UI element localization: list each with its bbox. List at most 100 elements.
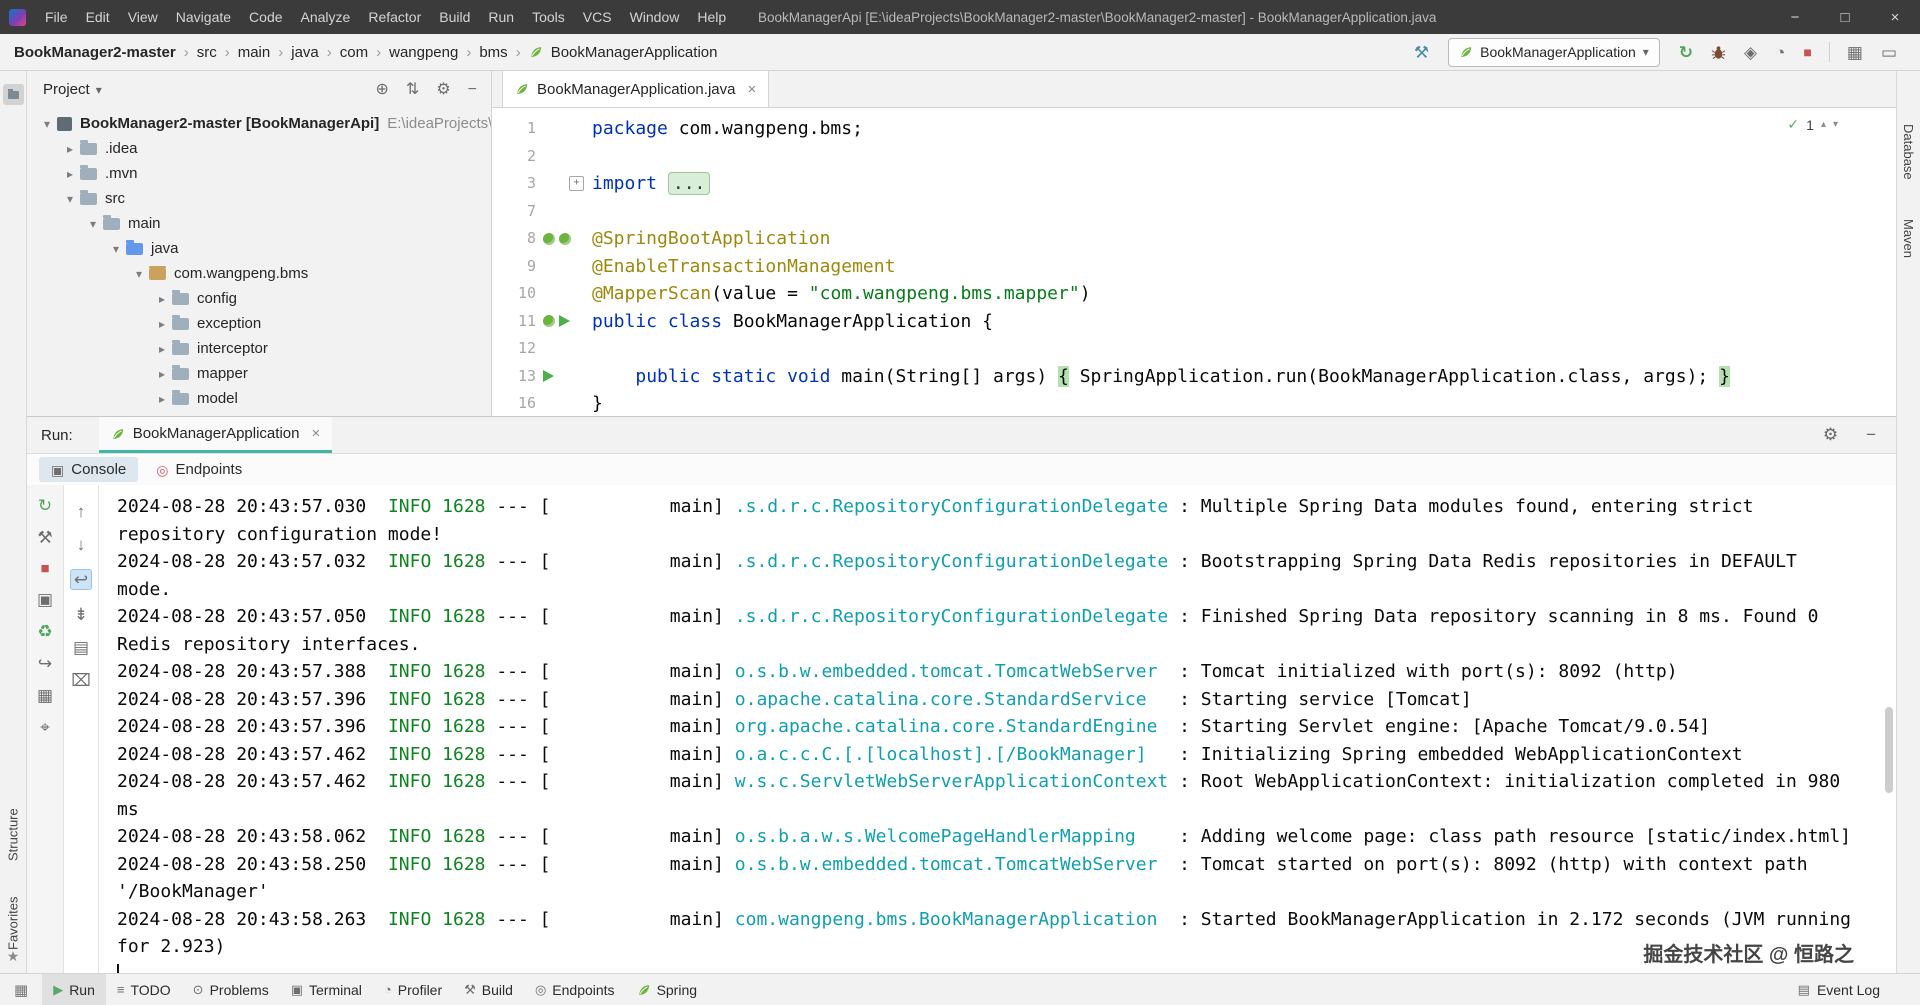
tree-chevron-icon[interactable]: ▸ bbox=[60, 167, 80, 181]
event-log-button[interactable]: ▤ Event Log bbox=[1798, 982, 1880, 998]
breadcrumb-item[interactable]: com bbox=[340, 44, 368, 61]
chevron-up-icon[interactable]: ▴ bbox=[1821, 119, 1826, 130]
menu-build[interactable]: Build bbox=[430, 0, 479, 34]
tree-item[interactable]: ▾java bbox=[27, 236, 491, 261]
menu-tools[interactable]: Tools bbox=[523, 0, 574, 34]
close-button[interactable]: × bbox=[1870, 0, 1920, 34]
camera-button[interactable]: ▣ bbox=[37, 591, 53, 608]
grid-icon[interactable]: ▦ bbox=[14, 981, 28, 999]
statusbar-problems[interactable]: ⊙Problems bbox=[182, 974, 280, 1005]
menu-vcs[interactable]: VCS bbox=[574, 0, 621, 34]
tree-chevron-icon[interactable]: ▸ bbox=[152, 342, 172, 356]
tree-chevron-icon[interactable]: ▾ bbox=[60, 192, 80, 206]
tree-chevron-icon[interactable]: ▾ bbox=[37, 117, 57, 131]
code-text[interactable]: package com.wangpeng.bms; bbox=[592, 115, 863, 143]
down-button[interactable]: ↓ bbox=[77, 536, 86, 553]
run-gutter-icon[interactable] bbox=[559, 315, 570, 327]
editor-tab[interactable]: BookManagerApplication.java × bbox=[502, 71, 769, 107]
code-text[interactable]: @SpringBootApplication bbox=[592, 225, 830, 253]
fold-icon[interactable]: + bbox=[569, 176, 584, 191]
log-caret-line[interactable] bbox=[117, 961, 1853, 975]
chevron-down-icon[interactable]: ▾ bbox=[96, 84, 102, 96]
menu-navigate[interactable]: Navigate bbox=[167, 0, 240, 34]
menu-analyze[interactable]: Analyze bbox=[292, 0, 360, 34]
tree-chevron-icon[interactable]: ▸ bbox=[152, 317, 172, 331]
close-icon[interactable]: × bbox=[311, 425, 320, 442]
wrench-button[interactable]: ⚒ bbox=[37, 529, 52, 546]
statusbar-endpoints[interactable]: ◎Endpoints bbox=[524, 974, 626, 1005]
tree-item[interactable]: ▸interceptor bbox=[27, 336, 491, 361]
rerun-button[interactable]: ↻ bbox=[38, 497, 52, 514]
breadcrumb-item[interactable]: BookManager2-master bbox=[14, 44, 176, 61]
collapse-all-icon[interactable]: ⇅ bbox=[406, 82, 419, 98]
tree-chevron-icon[interactable]: ▸ bbox=[152, 392, 172, 406]
layout-button[interactable]: ▦ bbox=[37, 687, 53, 704]
project-panel-title[interactable]: Project bbox=[43, 81, 90, 98]
profiler-icon[interactable]: ◔ bbox=[1775, 44, 1785, 61]
tree-item[interactable]: ▸.mvn bbox=[27, 161, 491, 186]
run-config-selector[interactable]: BookManagerApplication ▾ bbox=[1448, 38, 1660, 67]
statusbar-todo[interactable]: ≡TODO bbox=[106, 974, 182, 1005]
run-gutter-icon[interactable] bbox=[543, 370, 554, 382]
tree-chevron-icon[interactable]: ▸ bbox=[152, 292, 172, 306]
close-icon[interactable]: × bbox=[747, 81, 756, 98]
spring-bean-icon[interactable] bbox=[543, 233, 555, 245]
chevron-down-icon[interactable]: ▾ bbox=[1833, 119, 1838, 130]
grid-icon[interactable]: ▦ bbox=[1847, 44, 1863, 61]
tree-item[interactable]: ▸model bbox=[27, 386, 491, 411]
gear-icon[interactable]: ⚙ bbox=[436, 82, 450, 98]
soft-wrap-button[interactable]: ↩ bbox=[70, 569, 92, 590]
tree-item[interactable]: ▾BookManager2-master [BookManagerApi]E:\… bbox=[27, 111, 491, 136]
menu-edit[interactable]: Edit bbox=[77, 0, 119, 34]
scrollbar[interactable] bbox=[1885, 707, 1893, 793]
statusbar-spring[interactable]: Spring bbox=[626, 974, 708, 1005]
menu-code[interactable]: Code bbox=[240, 0, 291, 34]
gear-icon[interactable]: ⚙ bbox=[1823, 425, 1838, 445]
coverage-icon[interactable]: ◈ bbox=[1744, 44, 1757, 61]
tree-item[interactable]: ▸mapper bbox=[27, 361, 491, 386]
code-text[interactable]: import ... bbox=[592, 170, 710, 198]
statusbar-terminal[interactable]: ▣Terminal bbox=[280, 974, 373, 1005]
statusbar-build[interactable]: ⚒Build bbox=[453, 974, 524, 1005]
statusbar-run[interactable]: ▶Run bbox=[42, 974, 106, 1005]
spring-bean-icon[interactable] bbox=[543, 315, 555, 327]
spring-bean-icon[interactable] bbox=[559, 233, 571, 245]
menu-refactor[interactable]: Refactor bbox=[359, 0, 430, 34]
star-icon[interactable]: ★ bbox=[0, 948, 26, 965]
maximize-button[interactable]: □ bbox=[1820, 0, 1870, 34]
build-hammer-icon[interactable]: ⚒ bbox=[1414, 44, 1429, 61]
tab-endpoints[interactable]: ◎ Endpoints bbox=[144, 457, 254, 482]
up-button[interactable]: ↑ bbox=[77, 503, 86, 520]
gc-button[interactable]: ♻ bbox=[37, 623, 52, 640]
tool-button-database[interactable]: Database bbox=[1897, 104, 1920, 200]
tool-button-project[interactable] bbox=[3, 84, 24, 105]
rerun-button[interactable]: ↻ bbox=[1679, 44, 1693, 61]
hide-panel-icon[interactable]: − bbox=[468, 82, 477, 98]
tree-chevron-icon[interactable]: ▾ bbox=[83, 217, 103, 231]
tree-item[interactable]: ▸exception bbox=[27, 311, 491, 336]
code-text[interactable]: @EnableTransactionManagement bbox=[592, 253, 895, 281]
pin-button[interactable]: ⌖ bbox=[40, 719, 50, 736]
breadcrumb-item[interactable]: src bbox=[197, 44, 217, 61]
menu-run[interactable]: Run bbox=[479, 0, 523, 34]
breadcrumb-item[interactable]: BookManagerApplication bbox=[551, 44, 718, 61]
locate-icon[interactable]: ⊕ bbox=[376, 82, 389, 98]
tree-chevron-icon[interactable]: ▸ bbox=[60, 142, 80, 156]
statusbar-profiler[interactable]: ◔Profiler bbox=[373, 974, 453, 1005]
debug-icon[interactable] bbox=[1711, 45, 1726, 60]
scroll-end-button[interactable]: ⇟ bbox=[74, 606, 88, 623]
tree-item[interactable]: ▸config bbox=[27, 286, 491, 311]
tree-chevron-icon[interactable]: ▸ bbox=[152, 367, 172, 381]
tree-chevron-icon[interactable]: ▾ bbox=[106, 242, 126, 256]
exit-button[interactable]: ↪ bbox=[38, 655, 52, 672]
code-text[interactable]: @MapperScan(value = "com.wangpeng.bms.ma… bbox=[592, 280, 1091, 308]
breadcrumb-item[interactable]: bms bbox=[479, 44, 507, 61]
tree-item[interactable]: ▾com.wangpeng.bms bbox=[27, 261, 491, 286]
stop-button[interactable]: ■ bbox=[40, 561, 49, 576]
breadcrumb-item[interactable]: java bbox=[291, 44, 319, 61]
code-text[interactable]: public static void main(String[] args) {… bbox=[592, 363, 1730, 391]
print-button[interactable]: ▤ bbox=[73, 639, 89, 656]
tree-item[interactable]: ▾main bbox=[27, 211, 491, 236]
breadcrumb-item[interactable]: main bbox=[238, 44, 271, 61]
tool-button-structure[interactable]: Structure bbox=[0, 793, 26, 877]
